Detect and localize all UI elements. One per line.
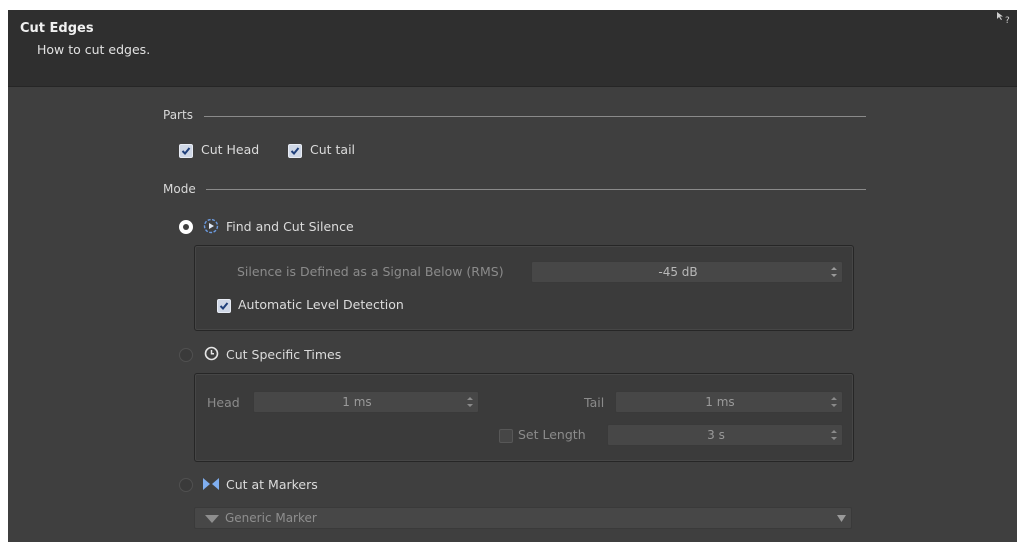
spin-arrows-icon[interactable]: [830, 428, 838, 442]
markers-radio[interactable]: [179, 478, 193, 492]
head-value: 1 ms: [342, 395, 372, 409]
cut-edges-dialog: Cut Edges How to cut edges. ? Parts Cut …: [8, 10, 1017, 542]
dialog-title: Cut Edges: [20, 21, 94, 36]
tail-field[interactable]: 1 ms: [615, 391, 843, 413]
set-length-checkbox[interactable]: [499, 429, 513, 443]
auto-level-checkbox[interactable]: [217, 299, 231, 313]
markers-icon: [203, 478, 219, 490]
find-silence-radio[interactable]: [179, 220, 193, 234]
spin-arrows-icon[interactable]: [830, 395, 838, 409]
head-label: Head: [207, 395, 240, 410]
set-length-label[interactable]: Set Length: [518, 427, 586, 442]
mode-section-label: Mode: [163, 182, 196, 196]
cut-head-label[interactable]: Cut Head: [201, 142, 259, 157]
dialog-header: Cut Edges How to cut edges. ?: [8, 10, 1017, 87]
clock-icon: [204, 346, 219, 361]
length-field[interactable]: 3 s: [607, 424, 843, 446]
cut-tail-label[interactable]: Cut tail: [310, 142, 355, 157]
tail-value: 1 ms: [705, 395, 735, 409]
svg-text:?: ?: [1005, 16, 1010, 26]
marker-type-value: Generic Marker: [225, 511, 317, 525]
tail-label: Tail: [584, 395, 605, 410]
head-field[interactable]: 1 ms: [253, 391, 479, 413]
find-silence-group: Silence is Defined as a Signal Below (RM…: [194, 245, 854, 331]
spin-arrows-icon[interactable]: [466, 395, 474, 409]
find-silence-label[interactable]: Find and Cut Silence: [226, 219, 354, 234]
chevron-down-icon[interactable]: [837, 515, 846, 522]
context-help-icon[interactable]: ?: [995, 10, 1013, 28]
specific-times-group: Head 1 ms Tail 1 ms Set Length 3 s: [194, 373, 854, 462]
threshold-label: Silence is Defined as a Signal Below (RM…: [237, 264, 504, 279]
auto-level-label[interactable]: Automatic Level Detection: [238, 297, 404, 312]
dialog-subtitle: How to cut edges.: [37, 42, 151, 57]
find-silence-icon: [203, 218, 219, 234]
marker-type-dropdown[interactable]: Generic Marker: [194, 507, 852, 529]
threshold-value: -45 dB: [658, 265, 698, 279]
specific-times-label[interactable]: Cut Specific Times: [226, 347, 341, 362]
mode-divider: [206, 189, 866, 190]
length-value: 3 s: [707, 428, 725, 442]
specific-times-radio[interactable]: [179, 348, 193, 362]
marker-shape-icon: [205, 515, 219, 523]
cut-tail-checkbox[interactable]: [288, 144, 302, 158]
markers-label[interactable]: Cut at Markers: [226, 477, 318, 492]
cut-head-checkbox[interactable]: [179, 144, 193, 158]
spin-arrows-icon[interactable]: [830, 265, 838, 279]
threshold-field[interactable]: -45 dB: [531, 261, 843, 283]
parts-divider: [204, 116, 866, 117]
parts-section-label: Parts: [163, 108, 193, 122]
